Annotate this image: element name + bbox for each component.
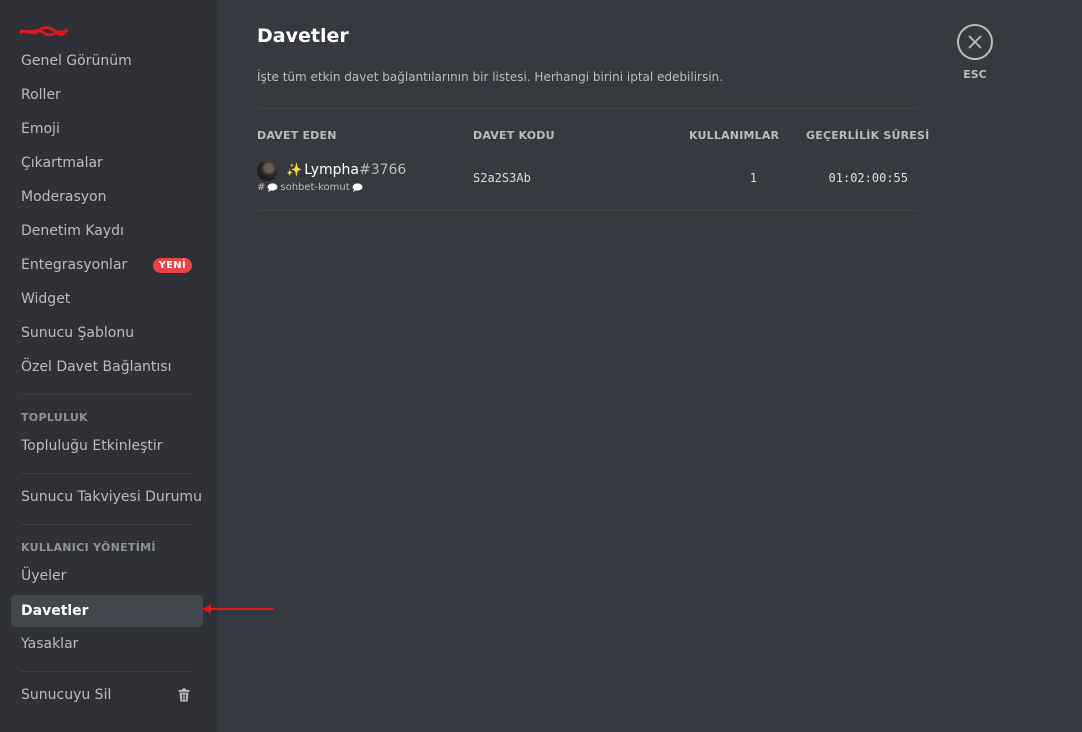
trash-icon: [178, 688, 190, 702]
speech-bubble-icon: [352, 183, 363, 192]
sidebar-item-sunucuyu-sil[interactable]: Sunucuyu Sil: [11, 679, 203, 711]
column-header-expires: GEÇERLİLİK SÜRESİ: [806, 129, 930, 142]
sidebar-item-uyeler[interactable]: Üyeler: [11, 560, 203, 592]
sidebar-divider: [21, 473, 193, 474]
sidebar-divider: [21, 394, 193, 395]
page-description: İşte tüm etkin davet bağlantılarının bir…: [257, 70, 723, 84]
sidebar-item-label: Davetler: [21, 603, 89, 619]
sidebar-item-cikartmalar[interactable]: Çıkartmalar: [11, 147, 203, 179]
sidebar-item-denetim-kaydi[interactable]: Denetim Kaydı: [11, 215, 203, 247]
channel-hash: #: [257, 182, 266, 193]
inviter-username: Lympha: [304, 162, 359, 178]
sidebar-item-label: Sunucu Şablonu: [21, 325, 135, 341]
sparkle-emoji: ✨: [286, 163, 303, 178]
esc-label: ESC: [963, 68, 987, 81]
sidebar-item-toplulugu-etkinlestir[interactable]: Topluluğu Etkinleştir: [11, 430, 203, 462]
channel-name: sohbet-komut: [280, 182, 350, 193]
close-button[interactable]: [957, 24, 993, 60]
section-header-user-management: KULLANICI YÖNETİMİ: [21, 541, 156, 554]
sidebar-item-label: Yasaklar: [21, 636, 79, 652]
sidebar-divider: [21, 671, 193, 672]
invite-channel: # sohbet-komut: [257, 182, 363, 193]
column-header-inviter: DAVET EDEN: [257, 129, 337, 142]
sidebar-item-ozel-davet[interactable]: Özel Davet Bağlantısı: [11, 351, 203, 383]
sidebar-item-label: Üyeler: [21, 568, 67, 584]
settings-sidebar: Genel Görünüm Roller Emoji Çıkartmalar M…: [0, 0, 218, 732]
sidebar-item-label: Çıkartmalar: [21, 155, 103, 171]
sidebar-item-roller[interactable]: Roller: [11, 79, 203, 111]
page-title: Davetler: [257, 25, 349, 47]
invite-code: S2a2S3Ab: [473, 171, 531, 185]
invite-uses: 1: [749, 171, 757, 185]
column-header-uses: KULLANIMLAR: [689, 129, 780, 142]
new-badge: YENİ: [152, 257, 192, 273]
sidebar-item-moderasyon[interactable]: Moderasyon: [11, 181, 203, 213]
sidebar-item-genel-gorunum[interactable]: Genel Görünüm: [11, 45, 203, 77]
inviter-name: ✨ Lympha#3766: [286, 162, 406, 178]
sidebar-item-yasaklar[interactable]: Yasaklar: [11, 628, 203, 660]
sidebar-item-label: Entegrasyonlar: [21, 257, 128, 273]
close-icon: [968, 35, 982, 49]
sidebar-item-entegrasyonlar[interactable]: Entegrasyonlar YENİ: [11, 249, 203, 281]
annotation-arrow-icon: [202, 604, 274, 614]
column-header-code: DAVET KODU: [473, 129, 555, 142]
sidebar-divider: [21, 524, 193, 525]
redacted-server-name: [19, 26, 68, 37]
sidebar-item-widget[interactable]: Widget: [11, 283, 203, 315]
sidebar-item-label: Genel Görünüm: [21, 53, 132, 69]
avatar: [257, 161, 277, 181]
inviter-discriminator: #3766: [358, 162, 407, 178]
speech-bubble-icon: [267, 183, 278, 192]
sidebar-item-sunucu-sablonu[interactable]: Sunucu Şablonu: [11, 317, 203, 349]
section-header-community: TOPLULUK: [21, 411, 88, 424]
sidebar-item-label: Widget: [21, 291, 71, 307]
row-divider: [257, 210, 917, 211]
invite-expires: 01:02:00:55: [828, 171, 908, 185]
sidebar-item-label: Sunucuyu Sil: [21, 687, 112, 703]
sidebar-item-label: Roller: [21, 87, 61, 103]
sidebar-item-label: Denetim Kaydı: [21, 223, 124, 239]
sidebar-item-label: Topluluğu Etkinleştir: [21, 438, 163, 454]
header-divider: [257, 108, 917, 109]
sidebar-item-davetler[interactable]: Davetler: [11, 595, 203, 627]
sidebar-item-label: Moderasyon: [21, 189, 107, 205]
sidebar-item-label: Özel Davet Bağlantısı: [21, 359, 172, 375]
sidebar-item-label: Sunucu Takviyesi Durumu: [21, 489, 202, 505]
sidebar-item-label: Emoji: [21, 121, 60, 137]
invite-row[interactable]: ✨ Lympha#3766 # sohbet-komut S2a2S3Ab 1 0…: [257, 158, 917, 210]
sidebar-item-sunucu-takviyesi[interactable]: Sunucu Takviyesi Durumu: [11, 481, 203, 513]
sidebar-item-emoji[interactable]: Emoji: [11, 113, 203, 145]
